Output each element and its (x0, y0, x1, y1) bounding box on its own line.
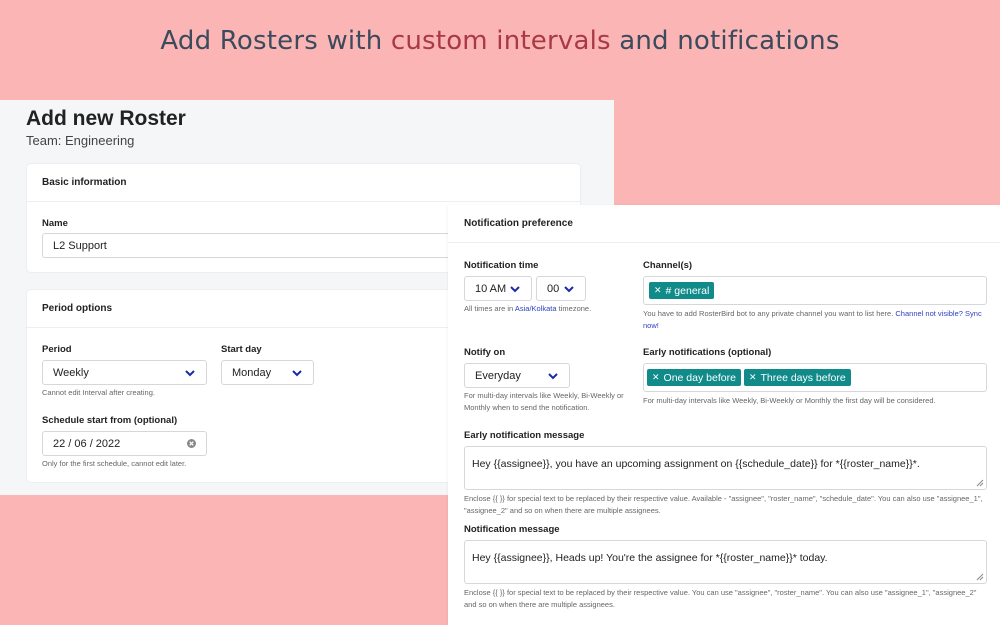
channel-tag[interactable]: ✕ # general (649, 282, 715, 299)
channel-tag-label: # general (665, 284, 710, 297)
timezone-suffix: timezone. (556, 304, 592, 313)
timezone-link[interactable]: Asia/Kolkata (515, 304, 557, 313)
notify-on-label: Notify on (464, 347, 506, 358)
start-day-value: Monday (232, 366, 272, 379)
remove-tag-icon[interactable]: ✕ (749, 372, 757, 383)
notification-hour-select[interactable]: 10 AM (464, 276, 532, 301)
notification-message-label: Notification message (464, 524, 560, 535)
notification-minute-value: 00 (547, 282, 560, 295)
chevron-down-icon (291, 367, 303, 379)
channels-label: Channel(s) (643, 260, 693, 271)
schedule-start-label: Schedule start from (optional) (42, 415, 178, 426)
early-message-hint: Enclose {{ }} for special text to be rep… (464, 494, 983, 515)
channels-hint: You have to add RosterBird bot to any pr… (643, 308, 983, 332)
notification-message-textarea[interactable]: Hey {{assignee}}, Heads up! You're the a… (464, 540, 987, 584)
notify-on-select[interactable]: Everyday (464, 363, 570, 388)
resize-handle-icon[interactable] (976, 573, 984, 581)
start-day-select[interactable]: Monday (221, 360, 314, 385)
period-hint: Cannot edit Interval after creating. (42, 388, 155, 397)
early-tag-1-label: One day before (663, 371, 736, 384)
chevron-down-icon (563, 283, 575, 295)
notification-time-label: Notification time (464, 260, 539, 271)
early-notifications-input[interactable]: ✕ One day before ✕ Three days before (643, 363, 987, 392)
channels-input[interactable]: ✕ # general (643, 276, 987, 305)
notification-message-hint: Enclose {{ }} for special text to be rep… (464, 588, 977, 609)
hero-headline: Add Rosters with custom intervals and no… (0, 26, 1000, 56)
chevron-down-icon (184, 367, 196, 379)
notify-on-value: Everyday (475, 369, 521, 382)
name-value: L2 Support (53, 239, 107, 252)
name-label: Name (42, 218, 68, 229)
chevron-down-icon (547, 370, 559, 382)
period-label: Period (42, 344, 72, 355)
clear-date-icon[interactable] (187, 439, 196, 448)
schedule-start-date-input[interactable]: 22 / 06 / 2022 (42, 431, 207, 456)
notify-on-hint: For multi-day intervals like Weekly, Bi-… (464, 391, 624, 412)
hero-text-accent: custom intervals (390, 26, 611, 56)
resize-handle-icon[interactable] (976, 479, 984, 487)
remove-tag-icon[interactable]: ✕ (652, 372, 660, 383)
notification-preference-panel: Notification preference Notification tim… (448, 205, 1000, 625)
period-value: Weekly (53, 366, 89, 379)
channels-hint-text: You have to add RosterBird bot to any pr… (643, 309, 896, 318)
timezone-hint: All times are in Asia/Kolkata timezone. (464, 303, 591, 315)
notification-preference-header: Notification preference (448, 205, 1000, 243)
notification-message-value: Hey {{assignee}}, Heads up! You're the a… (472, 552, 828, 564)
start-day-label: Start day (221, 344, 262, 355)
early-message-textarea[interactable]: Hey {{assignee}}, you have an upcoming a… (464, 446, 987, 490)
hero-text-2: and notifications (610, 26, 840, 56)
period-select[interactable]: Weekly (42, 360, 207, 385)
early-notifications-label: Early notifications (optional) (643, 347, 772, 358)
name-input[interactable]: L2 Support (42, 233, 482, 258)
basic-info-header: Basic information (27, 164, 580, 202)
schedule-start-hint: Only for the first schedule, cannot edit… (42, 459, 187, 468)
page-title: Add new Roster (26, 107, 186, 130)
schedule-start-value: 22 / 06 / 2022 (53, 437, 121, 450)
hero-text-1: Add Rosters with (160, 26, 391, 56)
early-tag-2[interactable]: ✕ Three days before (743, 369, 851, 386)
early-message-value: Hey {{assignee}}, you have an upcoming a… (472, 458, 920, 470)
remove-tag-icon[interactable]: ✕ (654, 285, 662, 296)
early-notifications-hint: For multi-day intervals like Weekly, Bi-… (643, 396, 936, 405)
notification-minute-select[interactable]: 00 (536, 276, 586, 301)
notification-hour-value: 10 AM (475, 282, 507, 295)
timezone-prefix: All times are in (464, 304, 515, 313)
chevron-down-icon (509, 283, 521, 295)
early-tag-2-label: Three days before (760, 371, 846, 384)
team-label: Team: Engineering (26, 133, 135, 148)
early-tag-1[interactable]: ✕ One day before (647, 369, 741, 386)
early-message-label: Early notification message (464, 430, 585, 441)
